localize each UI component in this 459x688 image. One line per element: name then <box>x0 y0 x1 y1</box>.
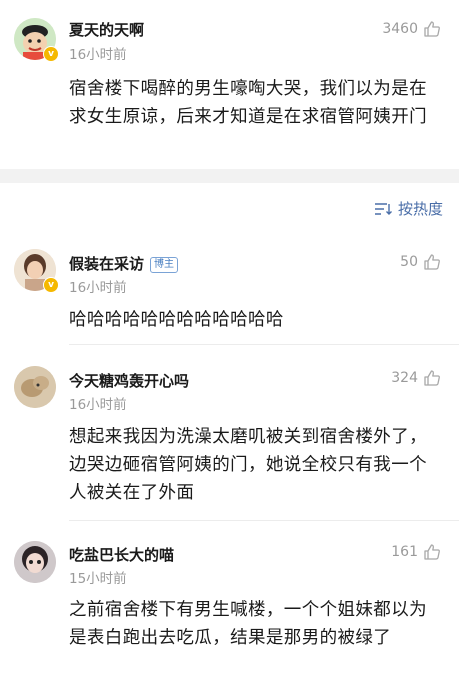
avatar-image <box>14 541 56 583</box>
sort-button[interactable]: 按热度 <box>374 198 443 219</box>
sort-icon <box>374 202 392 215</box>
like-count: 3460 <box>382 21 418 37</box>
thumbs-up-icon <box>424 544 440 560</box>
comment-time: 16小时前 <box>69 397 127 413</box>
like-count: 324 <box>391 370 418 386</box>
like-button[interactable]: 50 <box>400 253 441 271</box>
verified-badge-icon: v <box>43 277 59 293</box>
section-separator <box>0 169 459 183</box>
thumbs-up-icon <box>424 254 440 270</box>
like-button[interactable]: 3460 <box>382 20 441 38</box>
comment-text: 哈哈哈哈哈哈哈哈哈哈哈哈 <box>69 310 284 330</box>
avatar-image <box>14 366 56 408</box>
like-count: 161 <box>391 544 418 560</box>
comment-text: 宿舍楼下喝醉的男生嚎啕大哭，我们以为是在求女生原谅，后来才知道是在求宿管阿姨开门 <box>69 79 427 127</box>
comment-username-row: 假装在采访 博主 <box>69 253 179 274</box>
avatar[interactable] <box>14 541 56 583</box>
comment-text: 之前宿舍楼下有男生喊楼，一个个姐妹都以为是表白跑出去吃瓜，结果是那男的被绿了 <box>69 600 427 648</box>
comment-text: 想起来我因为洗澡太磨叽被关到宿舍楼外了，边哭边砸宿管阿姨的门，她说全校只有我一个… <box>69 427 427 503</box>
comment-item: v 假装在采访 博主 16小时前 50 哈哈哈哈哈哈哈哈哈哈哈哈 <box>0 233 459 345</box>
comment-time: 15小时前 <box>69 571 127 587</box>
avatar[interactable] <box>14 366 56 408</box>
like-button[interactable]: 324 <box>391 369 441 387</box>
like-button[interactable]: 161 <box>391 543 441 561</box>
sort-label: 按热度 <box>397 200 443 218</box>
thumbs-up-icon <box>424 370 440 386</box>
sort-bar: 按热度 <box>0 183 459 233</box>
comment-username[interactable]: 假装在采访 <box>69 255 144 273</box>
comment-username[interactable]: 夏天的天啊 <box>69 19 144 40</box>
like-count: 50 <box>400 254 418 270</box>
comment-item: 今天糖鸡轰开心吗 16小时前 324 想起来我因为洗澡太磨叽被关到宿舍楼外了，边… <box>0 346 459 521</box>
comment-username[interactable]: 今天糖鸡轰开心吗 <box>69 370 189 391</box>
verified-badge-icon: v <box>43 46 59 62</box>
top-comment: v 夏天的天啊 16小时前 3460 宿舍楼下喝醉的男生嚎啕大哭，我们以为是在求… <box>0 0 459 169</box>
comment-username[interactable]: 吃盐巴长大的喵 <box>69 544 174 565</box>
author-badge: 博主 <box>150 257 179 273</box>
comment-time: 16小时前 <box>69 47 127 63</box>
comment-time: 16小时前 <box>69 280 127 296</box>
thumbs-up-icon <box>424 21 440 37</box>
divider <box>69 344 459 345</box>
comment-item: 吃盐巴长大的喵 15小时前 161 之前宿舍楼下有男生喊楼，一个个姐妹都以为是表… <box>0 521 459 688</box>
